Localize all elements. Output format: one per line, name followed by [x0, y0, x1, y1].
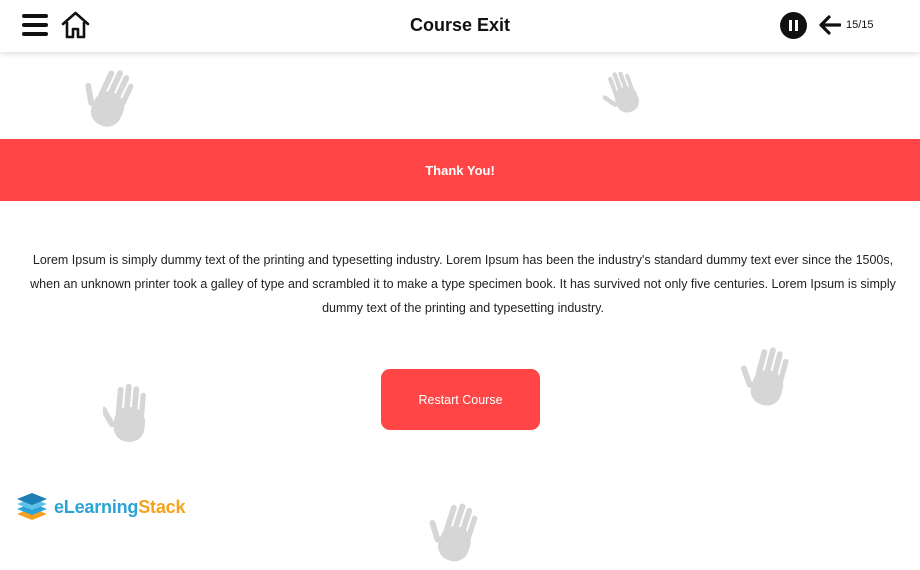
- logo-text: eLearningStack: [54, 496, 186, 517]
- logo: eLearningStack: [14, 491, 185, 523]
- restart-course-button[interactable]: Restart Course: [381, 369, 540, 430]
- banner-text: Thank You!: [425, 162, 495, 178]
- hand-icon: [85, 70, 134, 127]
- page-counter: 15/15: [846, 19, 874, 31]
- arrow-left-icon[interactable]: [818, 15, 841, 35]
- pause-icon[interactable]: [780, 12, 807, 39]
- hand-icon: [103, 383, 146, 442]
- hand-icon: [429, 503, 478, 562]
- hand-icon: [602, 71, 639, 113]
- thank-you-banner: Thank You!: [0, 139, 920, 201]
- body-text: Lorem Ipsum is simply dummy text of the …: [30, 253, 896, 315]
- top-bar: Course Exit 15/15: [0, 0, 920, 52]
- hand-icon: [740, 347, 789, 406]
- stack-books-icon: [17, 493, 47, 520]
